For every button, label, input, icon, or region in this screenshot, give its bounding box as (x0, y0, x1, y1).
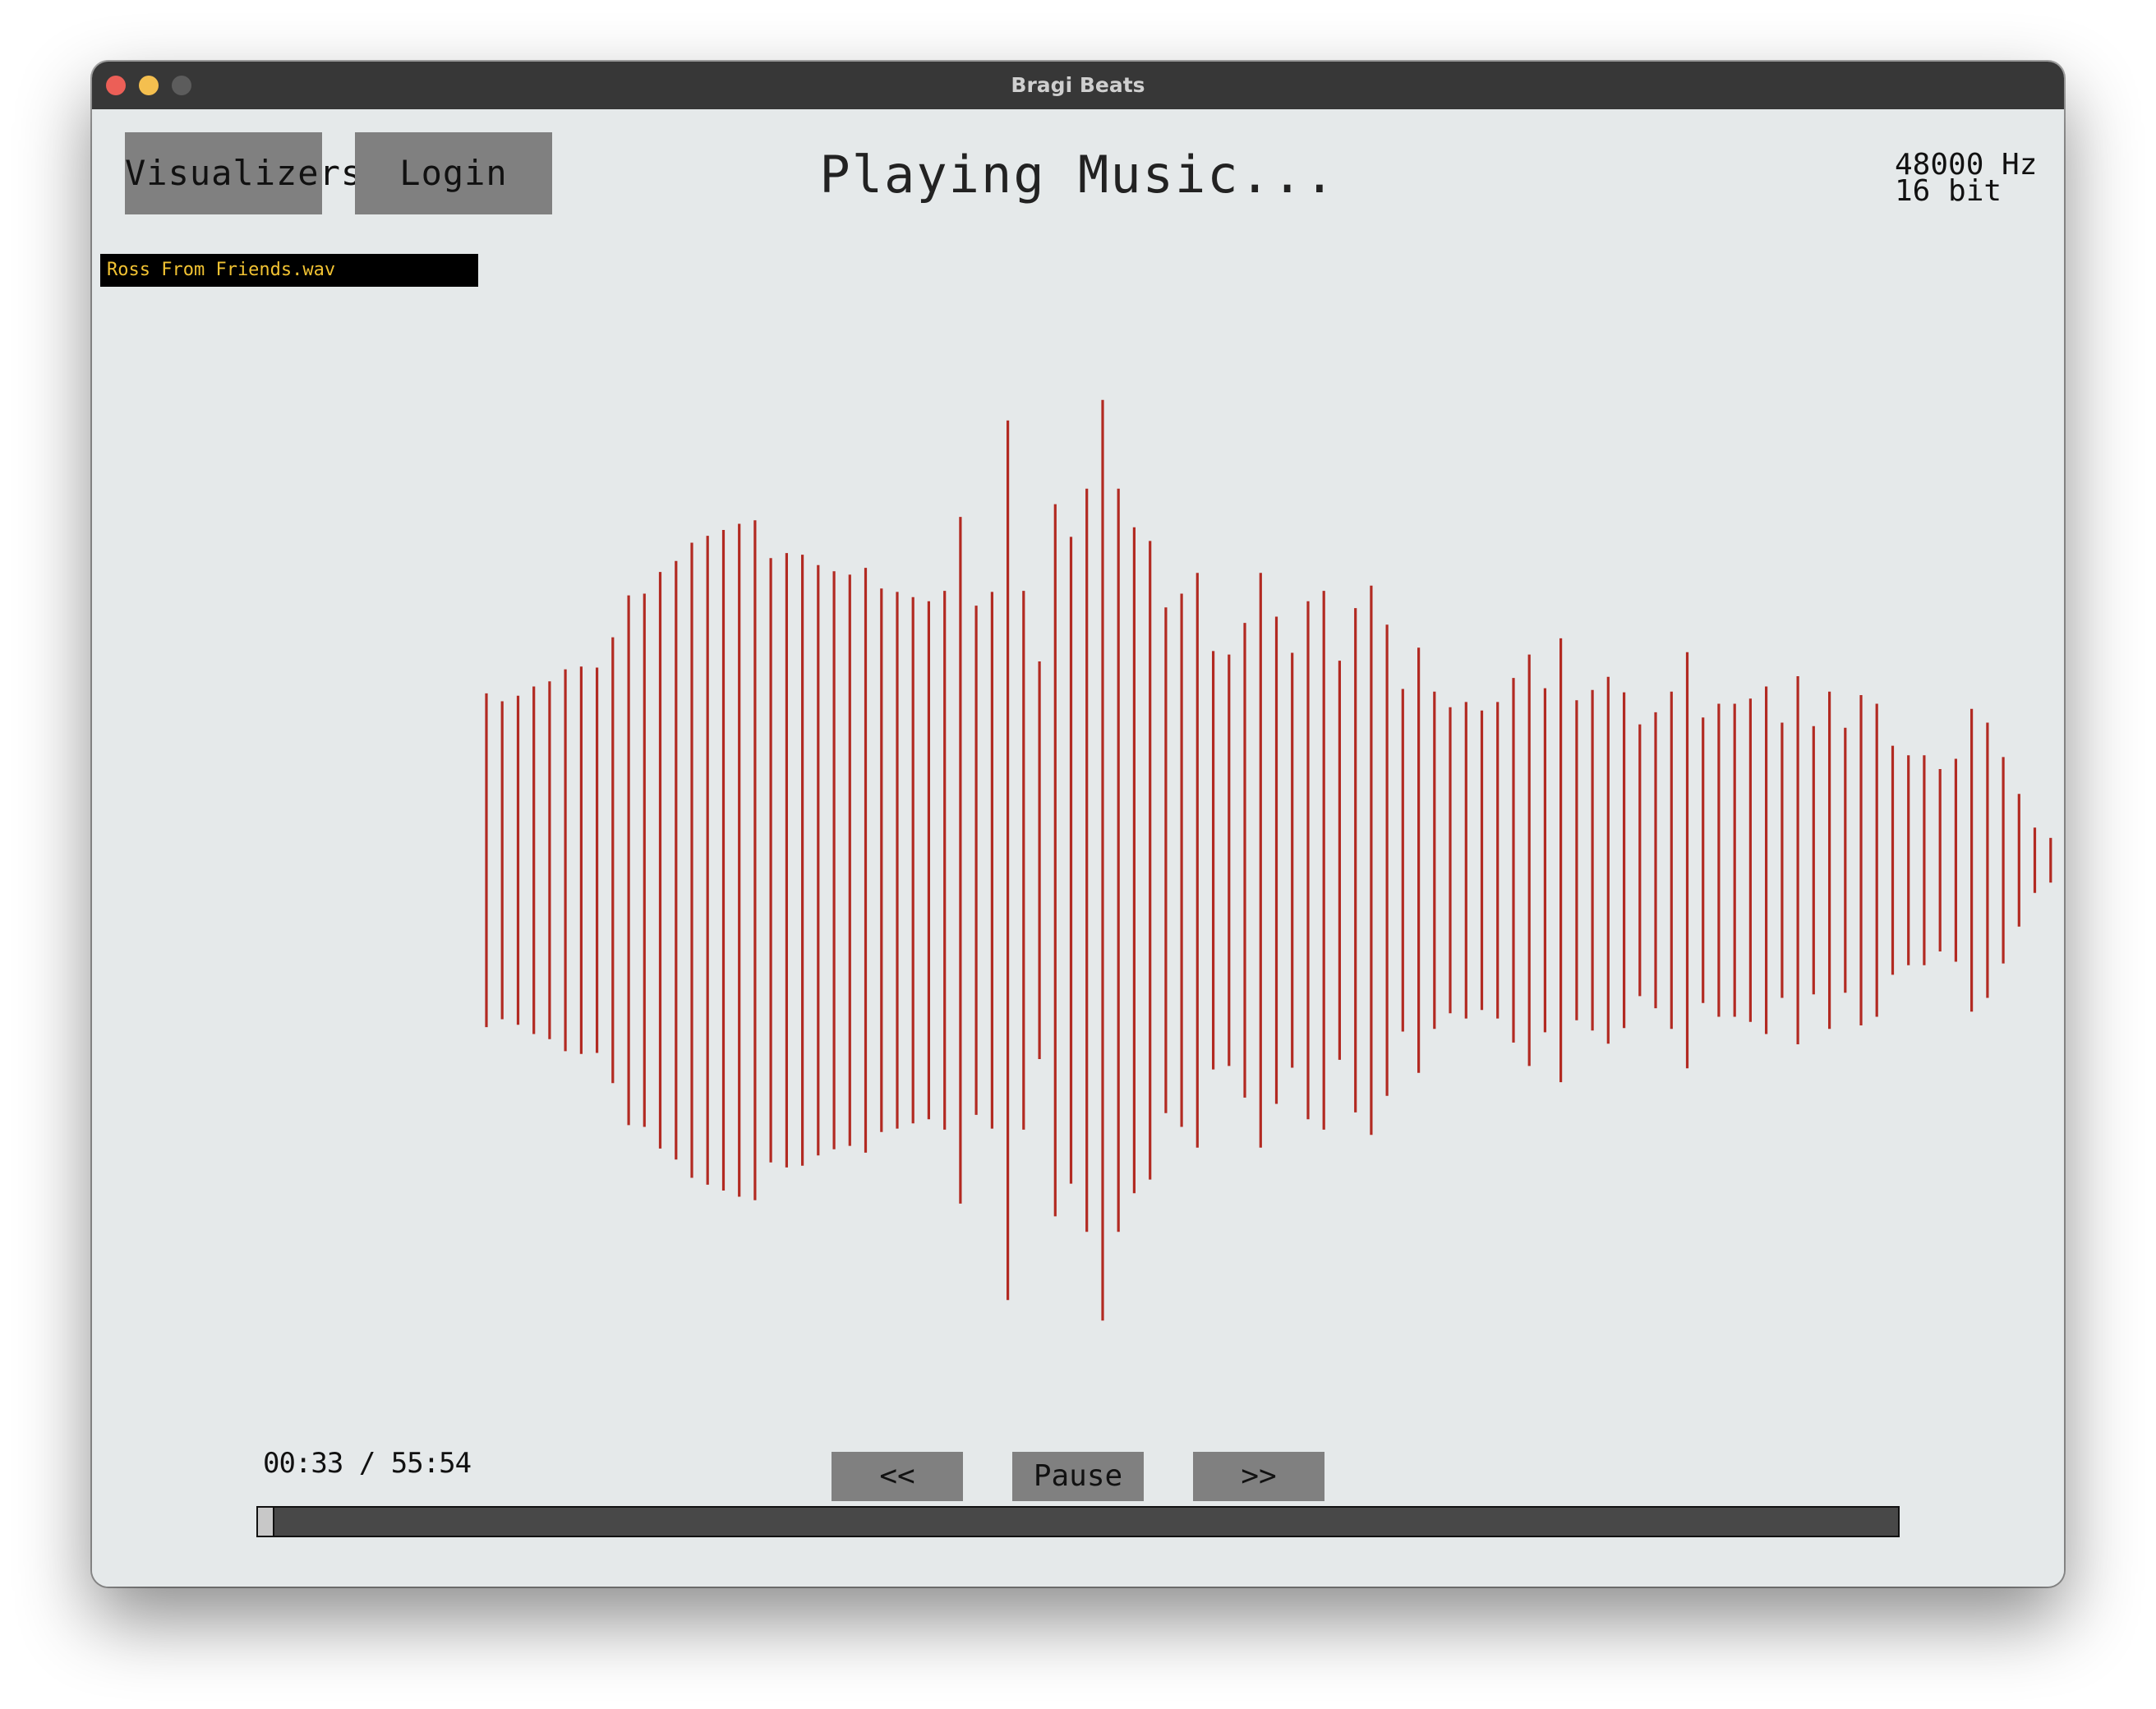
playback-progress-bar[interactable] (256, 1506, 1900, 1537)
title-bar[interactable]: Bragi Beats (92, 62, 2064, 110)
app-window: Bragi Beats Visualizers Login Playing Mu… (92, 62, 2064, 1587)
visualizers-button[interactable]: Visualizers (125, 132, 362, 214)
previous-button[interactable]: << (832, 1452, 963, 1501)
track-file-name: Ross From Friends.wav (100, 254, 478, 287)
main-content: Visualizers Login Playing Music... 48000… (92, 109, 2064, 1587)
playback-time: 00:33 / 55:54 (263, 1447, 472, 1480)
next-button[interactable]: >> (1193, 1452, 1324, 1501)
window-title: Bragi Beats (1011, 73, 1145, 97)
login-button[interactable]: Login (355, 132, 552, 214)
audio-format-info: 48000 Hz 16 bit (1895, 150, 2059, 208)
bit-depth-label: 16 bit (1895, 174, 2002, 208)
progress-bar-fill[interactable] (258, 1508, 274, 1536)
pause-button[interactable]: Pause (1012, 1452, 1144, 1501)
waveform-visualizer (485, 399, 2052, 1321)
playback-status-title: Playing Music... (819, 145, 1337, 205)
